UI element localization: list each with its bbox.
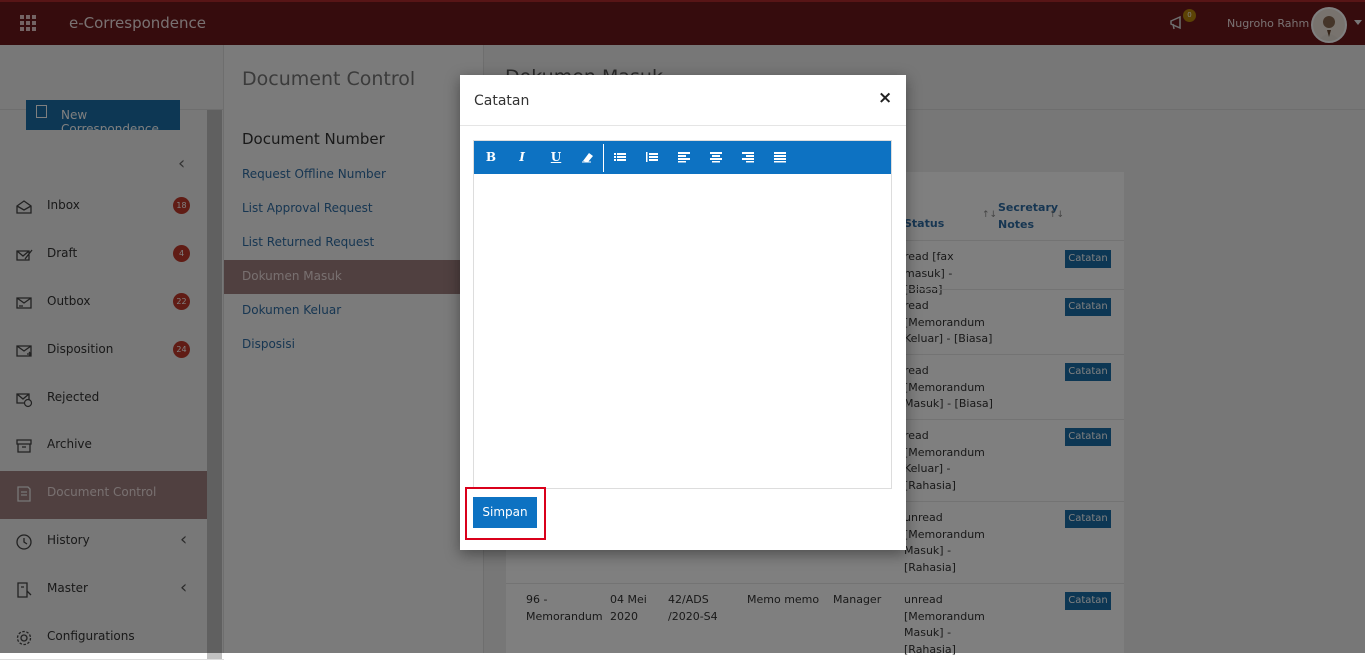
highlight-box bbox=[465, 487, 546, 540]
catatan-modal: Catatan × B I U Simpan bbox=[460, 75, 906, 550]
unordered-list-icon[interactable] bbox=[611, 149, 629, 165]
eraser-icon[interactable] bbox=[579, 149, 597, 165]
editor-text-area[interactable] bbox=[474, 174, 891, 488]
underline-button[interactable]: U bbox=[547, 149, 565, 165]
align-right-icon[interactable] bbox=[739, 149, 757, 165]
modal-title: Catatan bbox=[474, 93, 530, 109]
close-icon[interactable]: × bbox=[878, 88, 892, 108]
align-justify-icon[interactable] bbox=[771, 149, 789, 165]
toolbar-divider bbox=[603, 144, 604, 172]
italic-button[interactable]: I bbox=[513, 149, 531, 165]
modal-divider bbox=[460, 125, 906, 126]
bold-button[interactable]: B bbox=[482, 149, 500, 165]
editor-toolbar: B I U bbox=[474, 141, 891, 174]
align-left-icon[interactable] bbox=[675, 149, 693, 165]
ordered-list-icon[interactable] bbox=[643, 149, 661, 165]
align-center-icon[interactable] bbox=[707, 149, 725, 165]
rich-text-editor: B I U bbox=[473, 140, 892, 489]
